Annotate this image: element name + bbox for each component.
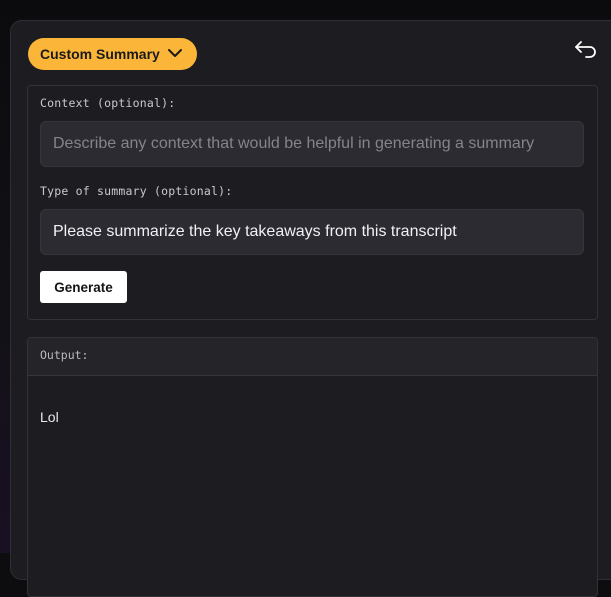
context-label: Context (optional): bbox=[40, 96, 176, 110]
output-header: Output: bbox=[28, 338, 597, 376]
context-input[interactable] bbox=[40, 121, 584, 167]
summary-form: Context (optional): Type of summary (opt… bbox=[27, 85, 598, 320]
output-text: Lol bbox=[40, 409, 59, 425]
summary-type-label: Type of summary (optional): bbox=[40, 184, 233, 198]
summary-mode-label: Custom Summary bbox=[40, 46, 160, 62]
output-panel: Output: Lol bbox=[27, 337, 598, 597]
summary-mode-dropdown[interactable]: Custom Summary bbox=[28, 38, 197, 70]
generate-button[interactable]: Generate bbox=[40, 271, 127, 303]
summary-type-input[interactable] bbox=[40, 209, 584, 255]
output-label: Output: bbox=[40, 348, 89, 362]
summary-panel: Custom Summary Context (optional): Type … bbox=[10, 20, 611, 597]
undo-arrow-icon[interactable] bbox=[574, 39, 598, 59]
chevron-down-icon bbox=[168, 49, 182, 57]
